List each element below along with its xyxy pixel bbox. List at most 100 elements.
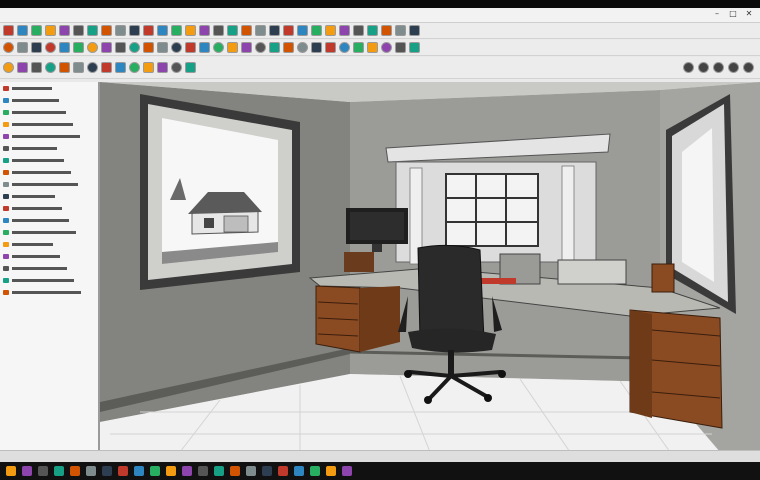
taskbar-app-icon[interactable] xyxy=(262,466,272,476)
style-icon[interactable] xyxy=(283,42,294,53)
select-icon[interactable] xyxy=(3,25,14,36)
offset-icon[interactable] xyxy=(157,25,168,36)
taskbar-app-icon[interactable] xyxy=(166,466,176,476)
outliner-item[interactable] xyxy=(0,94,98,106)
walk-icon[interactable] xyxy=(283,25,294,36)
taskbar-app-icon[interactable] xyxy=(294,466,304,476)
camera-icon[interactable] xyxy=(87,62,98,73)
zoom-extents-icon[interactable] xyxy=(157,42,168,53)
tape-icon[interactable] xyxy=(73,42,84,53)
zoom-extents-icon[interactable] xyxy=(255,25,266,36)
walk-icon[interactable] xyxy=(728,62,739,73)
outliner-item[interactable] xyxy=(0,130,98,142)
close-button[interactable]: ✕ xyxy=(744,9,754,19)
look-icon[interactable] xyxy=(297,25,308,36)
taskbar-app-icon[interactable] xyxy=(182,466,192,476)
component-icon[interactable] xyxy=(353,25,364,36)
layer-icon[interactable] xyxy=(227,42,238,53)
maximize-button[interactable]: □ xyxy=(728,9,738,19)
zoom-icon[interactable] xyxy=(683,62,694,73)
taskbar-app-icon[interactable] xyxy=(134,466,144,476)
move-icon[interactable] xyxy=(17,42,28,53)
fog-icon[interactable] xyxy=(409,25,420,36)
rectangle-icon[interactable] xyxy=(59,25,70,36)
outliner-item[interactable] xyxy=(0,214,98,226)
group-icon[interactable] xyxy=(185,62,196,73)
look-icon[interactable] xyxy=(199,42,210,53)
taskbar-app-icon[interactable] xyxy=(102,466,112,476)
pan-icon[interactable] xyxy=(129,42,140,53)
look-icon[interactable] xyxy=(115,62,126,73)
offset-icon[interactable] xyxy=(59,42,70,53)
zoom-extents-icon[interactable] xyxy=(698,62,709,73)
section-icon[interactable] xyxy=(213,42,224,53)
outliner-item[interactable] xyxy=(0,166,98,178)
push-pull-icon[interactable] xyxy=(3,42,14,53)
arc-icon[interactable] xyxy=(409,42,420,53)
camera-icon[interactable] xyxy=(171,42,182,53)
eraser-icon[interactable] xyxy=(353,42,364,53)
zoom-icon[interactable] xyxy=(59,62,70,73)
walk-icon[interactable] xyxy=(185,42,196,53)
material-icon[interactable] xyxy=(339,25,350,36)
outliner-item[interactable] xyxy=(0,202,98,214)
group-icon[interactable] xyxy=(367,25,378,36)
outliner-item[interactable] xyxy=(0,82,98,94)
outliner-item[interactable] xyxy=(0,154,98,166)
push-pull-icon[interactable] xyxy=(101,25,112,36)
taskbar-app-icon[interactable] xyxy=(310,466,320,476)
material-icon[interactable] xyxy=(157,62,168,73)
taskbar-app-icon[interactable] xyxy=(70,466,80,476)
outliner-item[interactable] xyxy=(0,190,98,202)
scale-icon[interactable] xyxy=(45,42,56,53)
pan-icon[interactable] xyxy=(227,25,238,36)
component-icon[interactable] xyxy=(255,42,266,53)
pencil-icon[interactable] xyxy=(339,42,350,53)
pencil-icon[interactable] xyxy=(17,25,28,36)
line-icon[interactable] xyxy=(45,25,56,36)
eraser-icon[interactable] xyxy=(31,25,42,36)
material-icon[interactable] xyxy=(241,42,252,53)
walk-icon[interactable] xyxy=(101,62,112,73)
orbit-icon[interactable] xyxy=(213,25,224,36)
outliner-item[interactable] xyxy=(0,118,98,130)
taskbar-app-icon[interactable] xyxy=(118,466,128,476)
taskbar-app-icon[interactable] xyxy=(230,466,240,476)
circle-icon[interactable] xyxy=(73,25,84,36)
group-icon[interactable] xyxy=(269,42,280,53)
text-icon[interactable] xyxy=(87,42,98,53)
outliner-item[interactable] xyxy=(0,226,98,238)
outliner-item[interactable] xyxy=(0,238,98,250)
minimize-button[interactable]: – xyxy=(712,9,722,19)
section-icon[interactable] xyxy=(311,25,322,36)
taskbar-app-icon[interactable] xyxy=(342,466,352,476)
pan-icon[interactable] xyxy=(45,62,56,73)
zoom-icon[interactable] xyxy=(143,42,154,53)
style-icon[interactable] xyxy=(381,25,392,36)
taskbar-app-icon[interactable] xyxy=(38,466,48,476)
arc-icon[interactable] xyxy=(87,25,98,36)
orbit-icon[interactable] xyxy=(31,62,42,73)
layer-icon[interactable] xyxy=(143,62,154,73)
look-icon[interactable] xyxy=(743,62,754,73)
camera-icon[interactable] xyxy=(713,62,724,73)
select-icon[interactable] xyxy=(325,42,336,53)
taskbar-app-icon[interactable] xyxy=(150,466,160,476)
taskbar-app-icon[interactable] xyxy=(214,466,224,476)
taskbar-app-icon[interactable] xyxy=(22,466,32,476)
paint-icon[interactable] xyxy=(101,42,112,53)
3d-viewport[interactable] xyxy=(100,82,760,452)
outliner-item[interactable] xyxy=(0,106,98,118)
taskbar-app-icon[interactable] xyxy=(86,466,96,476)
taskbar-app-icon[interactable] xyxy=(54,466,64,476)
text-icon[interactable] xyxy=(185,25,196,36)
tape-icon[interactable] xyxy=(171,25,182,36)
line-icon[interactable] xyxy=(367,42,378,53)
component-icon[interactable] xyxy=(171,62,182,73)
taskbar-app-icon[interactable] xyxy=(326,466,336,476)
zoom-extents-icon[interactable] xyxy=(73,62,84,73)
taskbar-app-icon[interactable] xyxy=(278,466,288,476)
scale-icon[interactable] xyxy=(143,25,154,36)
outliner-item[interactable] xyxy=(0,142,98,154)
fog-icon[interactable] xyxy=(311,42,322,53)
